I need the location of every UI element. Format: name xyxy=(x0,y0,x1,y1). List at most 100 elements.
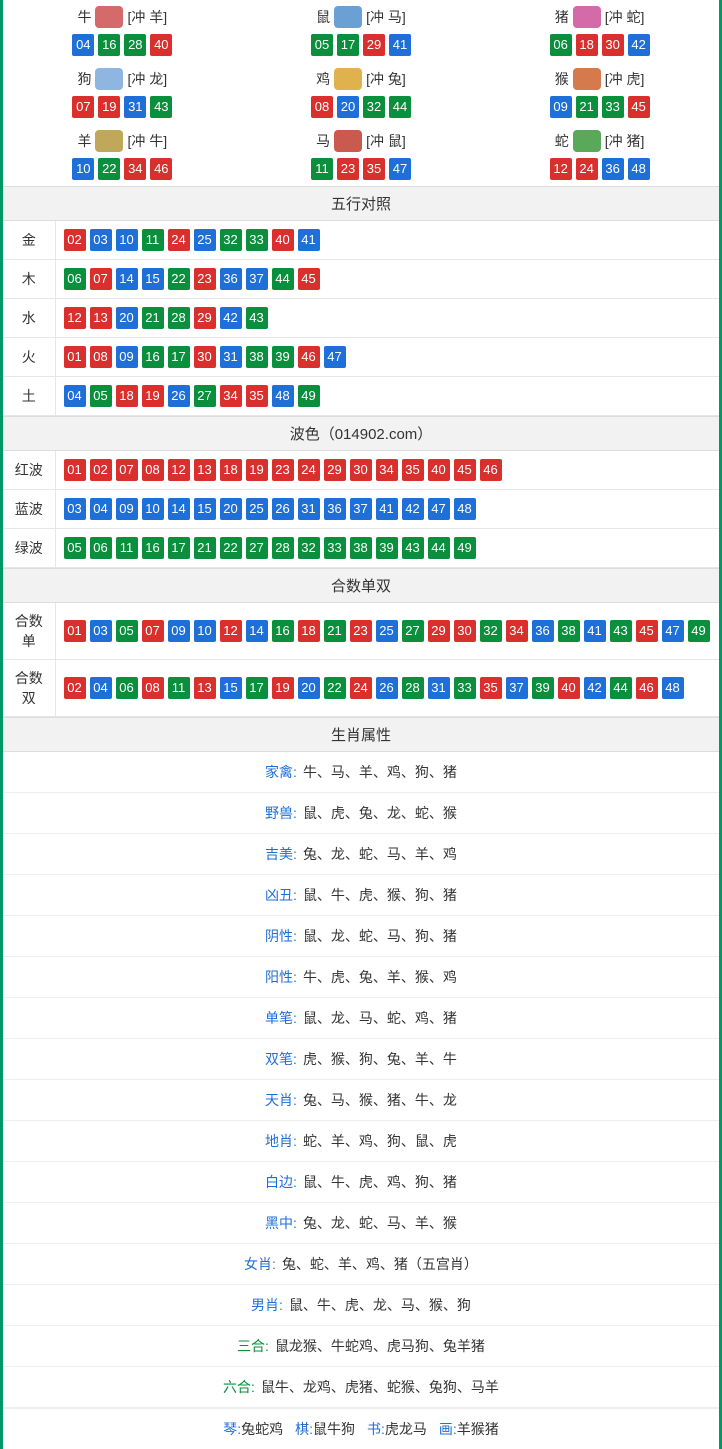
table-row: 蓝波03040910141520252631363741424748 xyxy=(3,490,719,529)
number-ball: 01 xyxy=(64,620,86,642)
section-bose-title: 波色（014902.com） xyxy=(3,416,719,451)
zodiac-balls: 12243648 xyxy=(480,158,719,180)
number-ball: 04 xyxy=(72,34,94,56)
table-row: 木06071415222336374445 xyxy=(3,260,719,299)
number-ball: 35 xyxy=(480,677,502,699)
zodiac-icon xyxy=(334,68,362,90)
number-ball: 06 xyxy=(64,268,86,290)
zodiac-cell: 马[冲 鼠]11233547 xyxy=(242,124,481,186)
number-ball: 07 xyxy=(142,620,164,642)
number-ball: 24 xyxy=(576,158,598,180)
zodiac-balls: 07193143 xyxy=(3,96,242,118)
number-ball: 11 xyxy=(142,229,164,251)
number-ball: 48 xyxy=(454,498,476,520)
attr-row: 六合:鼠牛、龙鸡、虎猪、蛇猴、兔狗、马羊 xyxy=(3,1367,719,1408)
number-ball: 29 xyxy=(428,620,450,642)
number-ball: 08 xyxy=(142,677,164,699)
section-heshu-title: 合数单双 xyxy=(3,568,719,603)
number-ball: 35 xyxy=(363,158,385,180)
number-ball: 20 xyxy=(337,96,359,118)
number-ball: 34 xyxy=(124,158,146,180)
zodiac-cell: 羊[冲 牛]10223446 xyxy=(3,124,242,186)
number-ball: 47 xyxy=(662,620,684,642)
number-ball: 24 xyxy=(298,459,320,481)
number-ball: 02 xyxy=(64,229,86,251)
attr-value: 牛、虎、兔、羊、猴、鸡 xyxy=(303,969,457,985)
attr-row: 阴性:鼠、龙、蛇、马、狗、猪 xyxy=(3,916,719,957)
number-ball: 30 xyxy=(350,459,372,481)
number-ball: 25 xyxy=(194,229,216,251)
attr-key: 女肖: xyxy=(244,1256,276,1272)
number-ball: 44 xyxy=(389,96,411,118)
table-row: 红波0102070812131819232429303435404546 xyxy=(3,451,719,490)
attr-key: 天肖: xyxy=(265,1092,297,1108)
number-ball: 35 xyxy=(402,459,424,481)
number-ball: 41 xyxy=(389,34,411,56)
attr-key: 男肖: xyxy=(251,1297,283,1313)
number-ball: 07 xyxy=(90,268,112,290)
table-row: 合数单0103050709101214161821232527293032343… xyxy=(3,603,719,660)
wuxing-table: 金02031011242532334041木060714152223363744… xyxy=(3,221,719,416)
table-row: 合数双0204060811131517192022242628313335373… xyxy=(3,660,719,717)
zodiac-balls: 09213345 xyxy=(480,96,719,118)
number-ball: 28 xyxy=(168,307,190,329)
zodiac-cell: 鼠[冲 马]05172941 xyxy=(242,0,481,62)
row-balls: 1213202128294243 xyxy=(55,299,719,338)
number-ball: 27 xyxy=(246,537,268,559)
page-wrap: 牛[冲 羊]04162840鼠[冲 马]05172941猪[冲 蛇]061830… xyxy=(0,0,722,1449)
zodiac-balls: 11233547 xyxy=(242,158,481,180)
number-ball: 33 xyxy=(454,677,476,699)
section-shengxiao-title: 生肖属性 xyxy=(3,717,719,752)
attr-row: 凶丑:鼠、牛、虎、猴、狗、猪 xyxy=(3,875,719,916)
number-ball: 18 xyxy=(220,459,242,481)
attr-value: 鼠、龙、蛇、马、狗、猪 xyxy=(303,928,457,944)
number-ball: 19 xyxy=(246,459,268,481)
row-label: 水 xyxy=(3,299,55,338)
row-label: 合数双 xyxy=(3,660,55,717)
number-ball: 17 xyxy=(168,537,190,559)
attr-row: 野兽:鼠、虎、兔、龙、蛇、猴 xyxy=(3,793,719,834)
number-ball: 04 xyxy=(90,498,112,520)
four-arts-row: 琴:兔蛇鸡棋:鼠牛狗书:虎龙马画:羊猴猪 xyxy=(3,1408,719,1449)
attr-value: 蛇、羊、鸡、狗、鼠、虎 xyxy=(303,1133,457,1149)
zodiac-conflict: [冲 马] xyxy=(366,7,406,27)
zodiac-cell: 蛇[冲 猪]12243648 xyxy=(480,124,719,186)
number-ball: 28 xyxy=(402,677,424,699)
number-ball: 34 xyxy=(506,620,528,642)
table-row: 土04051819262734354849 xyxy=(3,377,719,416)
number-ball: 41 xyxy=(298,229,320,251)
number-ball: 47 xyxy=(428,498,450,520)
attr-value: 鼠牛、龙鸡、虎猪、蛇猴、兔狗、马羊 xyxy=(261,1379,499,1395)
number-ball: 46 xyxy=(636,677,658,699)
number-ball: 28 xyxy=(124,34,146,56)
number-ball: 34 xyxy=(376,459,398,481)
number-ball: 45 xyxy=(636,620,658,642)
number-ball: 21 xyxy=(194,537,216,559)
number-ball: 24 xyxy=(350,677,372,699)
number-ball: 18 xyxy=(116,385,138,407)
zodiac-balls: 04162840 xyxy=(3,34,242,56)
number-ball: 05 xyxy=(64,537,86,559)
number-ball: 29 xyxy=(363,34,385,56)
row-balls: 04051819262734354849 xyxy=(55,377,719,416)
number-ball: 31 xyxy=(298,498,320,520)
row-label: 绿波 xyxy=(3,529,55,568)
number-ball: 42 xyxy=(402,498,424,520)
number-ball: 16 xyxy=(98,34,120,56)
number-ball: 33 xyxy=(602,96,624,118)
number-ball: 08 xyxy=(142,459,164,481)
number-ball: 19 xyxy=(272,677,294,699)
number-ball: 05 xyxy=(311,34,333,56)
attr-row: 男肖:鼠、牛、虎、龙、马、猴、狗 xyxy=(3,1285,719,1326)
number-ball: 10 xyxy=(142,498,164,520)
number-ball: 40 xyxy=(428,459,450,481)
row-balls: 02031011242532334041 xyxy=(55,221,719,260)
attr-row: 黑中:兔、龙、蛇、马、羊、猴 xyxy=(3,1203,719,1244)
number-ball: 32 xyxy=(480,620,502,642)
number-ball: 48 xyxy=(272,385,294,407)
number-ball: 43 xyxy=(246,307,268,329)
row-label: 金 xyxy=(3,221,55,260)
number-ball: 11 xyxy=(168,677,190,699)
number-ball: 02 xyxy=(64,677,86,699)
number-ball: 40 xyxy=(558,677,580,699)
